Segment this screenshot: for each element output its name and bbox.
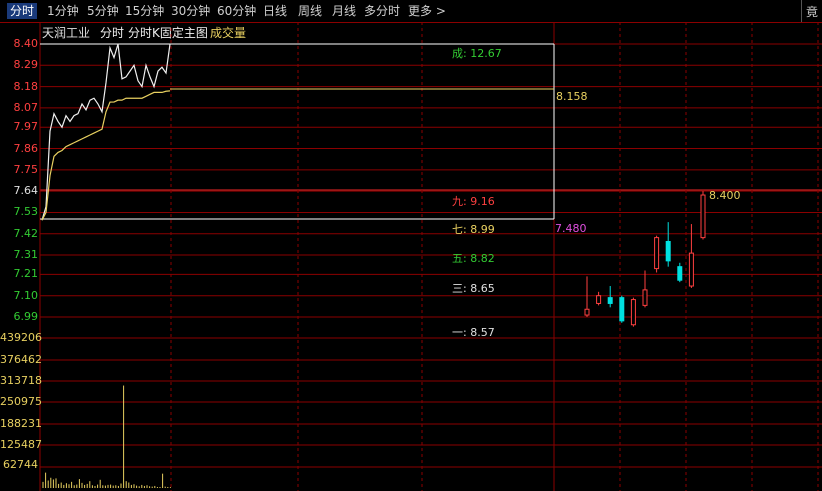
candle-body [677,266,683,281]
volume-axis-label: 125487 [0,438,42,451]
candle-body [630,299,636,326]
tab-5[interactable]: 60分钟 [217,3,256,19]
tab-0[interactable]: 分时 [7,3,38,19]
price-axis-label: 7.21 [13,267,39,281]
tab-7[interactable]: 周线 [298,3,322,19]
price-axis-label: 6.99 [13,310,39,323]
tab-4[interactable]: 30分钟 [171,3,210,19]
level-five-label: 五: 8.82 [452,252,495,265]
price-axis-label: 7.75 [13,162,39,176]
volume-axis-label: 313718 [0,374,42,387]
candle-high-label: 8.400 [709,189,741,202]
tab-8[interactable]: 月线 [332,3,356,19]
average-price-line [41,90,171,221]
chart-canvas[interactable] [0,22,822,491]
tab-3[interactable]: 15分钟 [125,3,164,19]
candle-body [584,308,590,316]
volume-axis-label: 439206 [0,331,42,344]
tab-2[interactable]: 5分钟 [87,3,119,19]
side-panel-toggle[interactable]: 竟 [806,3,820,19]
candle-body [665,240,671,262]
candle-body [688,252,694,287]
level-nine-label: 九: 9.16 [452,195,495,208]
price-axis-label: 8.40 [13,37,39,50]
volume-axis-label: 376462 [0,353,42,366]
price-axis-label: 7.97 [13,120,39,134]
candle-body [700,194,706,239]
tab-1[interactable]: 1分钟 [47,3,79,19]
tab-9[interactable]: 多分时 [364,3,400,19]
tab-bar-divider [801,0,802,22]
price-line [41,43,171,221]
period-tab-bar: 分时 1分钟 5分钟 15分钟 30分钟 60分钟 日线 周线 月线 多分时 更多 > 竟 [0,0,822,23]
candle-body [654,237,660,270]
candle-body [607,297,613,304]
tab-6[interactable]: 日线 [263,3,287,19]
price-axis-label: 7.42 [13,226,39,240]
level-one-label: 一: 8.57 [452,326,495,339]
avg-price-label: 8.158 [556,90,588,103]
volume-axis-label: 250975 [0,395,42,408]
candle-body [642,289,648,306]
price-axis-label: 8.18 [13,79,39,93]
price-axis-label: 8.07 [13,100,39,114]
level-three-label: 三: 8.65 [452,282,495,295]
level-seven-label: 七: 8.99 [452,223,495,236]
volume-axis-label: 188231 [0,417,42,430]
tab-10[interactable]: 更多 > [408,3,446,19]
volume-axis-label: 62744 [3,458,38,471]
price-axis-label: 7.64 [13,184,39,198]
candle-body [619,297,625,322]
price-axis-label: 7.53 [13,205,39,219]
support-price-label: 7.480 [555,222,587,235]
price-axis-label: 8.29 [13,58,39,72]
candle-body [596,295,602,304]
price-axis-label: 7.10 [13,288,39,302]
price-axis-label: 7.31 [13,248,39,262]
price-axis-label: 7.86 [13,141,39,155]
turnover-label: 成: 12.67 [452,47,502,60]
